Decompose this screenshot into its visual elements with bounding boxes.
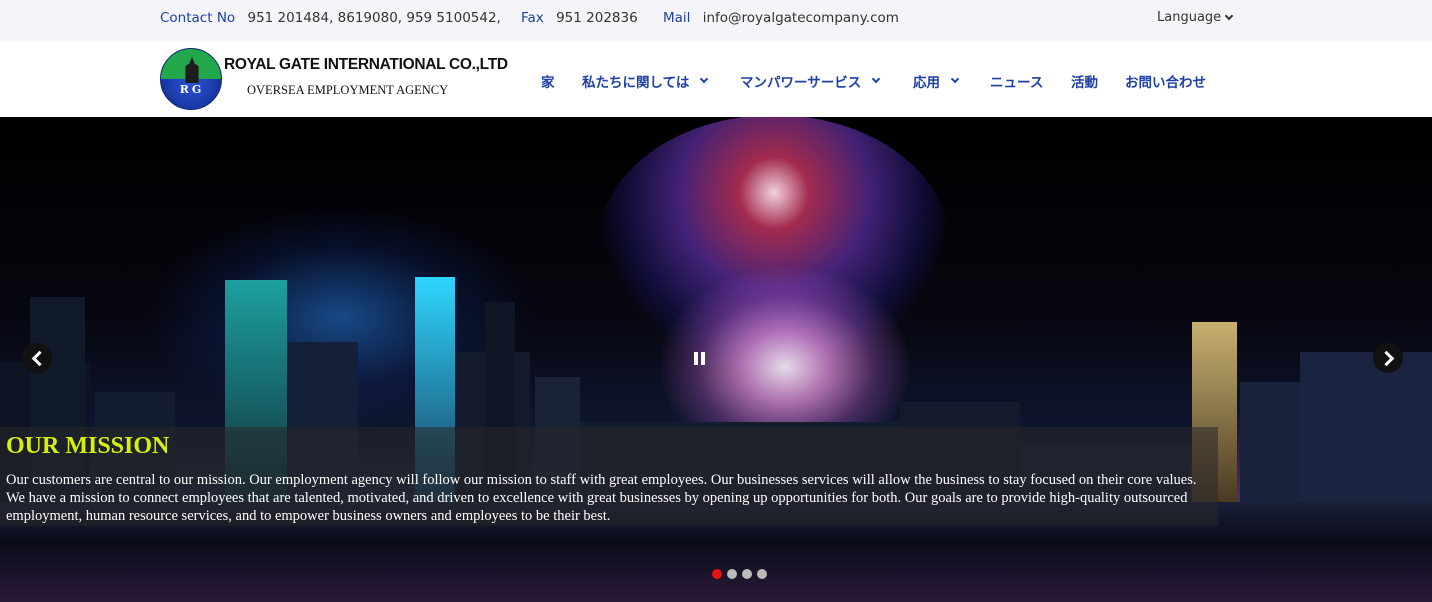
nav-item-apply[interactable]: 応用 xyxy=(913,71,960,91)
site-header: RG ROYAL GATE INTERNATIONAL CO.,LTD OVER… xyxy=(0,41,1432,117)
company-logo[interactable]: RG xyxy=(160,48,222,110)
slide-dot[interactable] xyxy=(727,569,737,579)
logo-initials: RG xyxy=(179,83,205,96)
pause-icon[interactable] xyxy=(690,349,710,369)
prev-slide-arrow-icon[interactable] xyxy=(22,343,52,373)
nav-item-contact[interactable]: お問い合わせ xyxy=(1125,71,1206,91)
nav-label-about: 私たちに関しては xyxy=(582,75,690,91)
fax-number: Fax 951 202836 xyxy=(521,10,638,26)
mail-label: Mail xyxy=(663,10,691,26)
chevron-down-icon xyxy=(1224,11,1234,20)
language-label: Language xyxy=(1157,10,1222,25)
fax-value: 951 202836 xyxy=(556,10,638,26)
chevron-down-icon xyxy=(700,74,709,84)
contact-value: 951 201484, 8619080, 959 5100542, xyxy=(247,10,501,26)
nav-label-news: ニュース xyxy=(990,75,1044,91)
nav-label-home: 家 xyxy=(541,75,555,91)
nav-label-activities: 活動 xyxy=(1071,75,1098,91)
nav-item-about[interactable]: 私たちに関しては xyxy=(582,71,709,91)
next-slide-arrow-icon[interactable] xyxy=(1373,343,1403,373)
top-contact-bar: Contact No 951 201484, 8619080, 959 5100… xyxy=(0,0,1432,41)
nav-item-manpower[interactable]: マンパワーサービス xyxy=(740,71,881,91)
hero-slider: OUR MISSION Our customers are central to… xyxy=(0,117,1432,602)
slide-indicators xyxy=(712,569,767,579)
fax-label: Fax xyxy=(521,10,544,26)
nav-label-apply: 応用 xyxy=(913,75,940,91)
language-dropdown[interactable]: Language xyxy=(1157,10,1234,25)
slide-dot[interactable] xyxy=(757,569,767,579)
slide-description: Our customers are central to our mission… xyxy=(6,472,1197,524)
chevron-down-icon xyxy=(950,74,960,84)
mail-value[interactable]: info@royalgatecompany.com xyxy=(703,10,899,26)
mail-address[interactable]: Mail info@royalgatecompany.com xyxy=(663,10,899,26)
slide-title: OUR MISSION xyxy=(6,433,170,459)
nav-label-manpower: マンパワーサービス xyxy=(740,75,862,91)
contact-number: Contact No 951 201484, 8619080, 959 5100… xyxy=(160,10,501,26)
nav-item-news[interactable]: ニュース xyxy=(990,71,1043,91)
nav-label-contact: お問い合わせ xyxy=(1125,75,1206,91)
nav-item-activities[interactable]: 活動 xyxy=(1071,71,1098,91)
nav-item-home[interactable]: 家 xyxy=(541,71,555,91)
skyline-building xyxy=(1300,352,1432,502)
brand-tagline: OVERSEA EMPLOYMENT AGENCY xyxy=(247,83,449,97)
slide-dot[interactable] xyxy=(712,569,722,579)
contact-label: Contact No xyxy=(160,10,236,26)
skyline-building xyxy=(1240,382,1300,502)
slide-dot[interactable] xyxy=(742,569,752,579)
chevron-down-icon xyxy=(871,74,881,84)
brand-name: ROYAL GATE INTERNATIONAL CO.,LTD xyxy=(224,56,508,73)
